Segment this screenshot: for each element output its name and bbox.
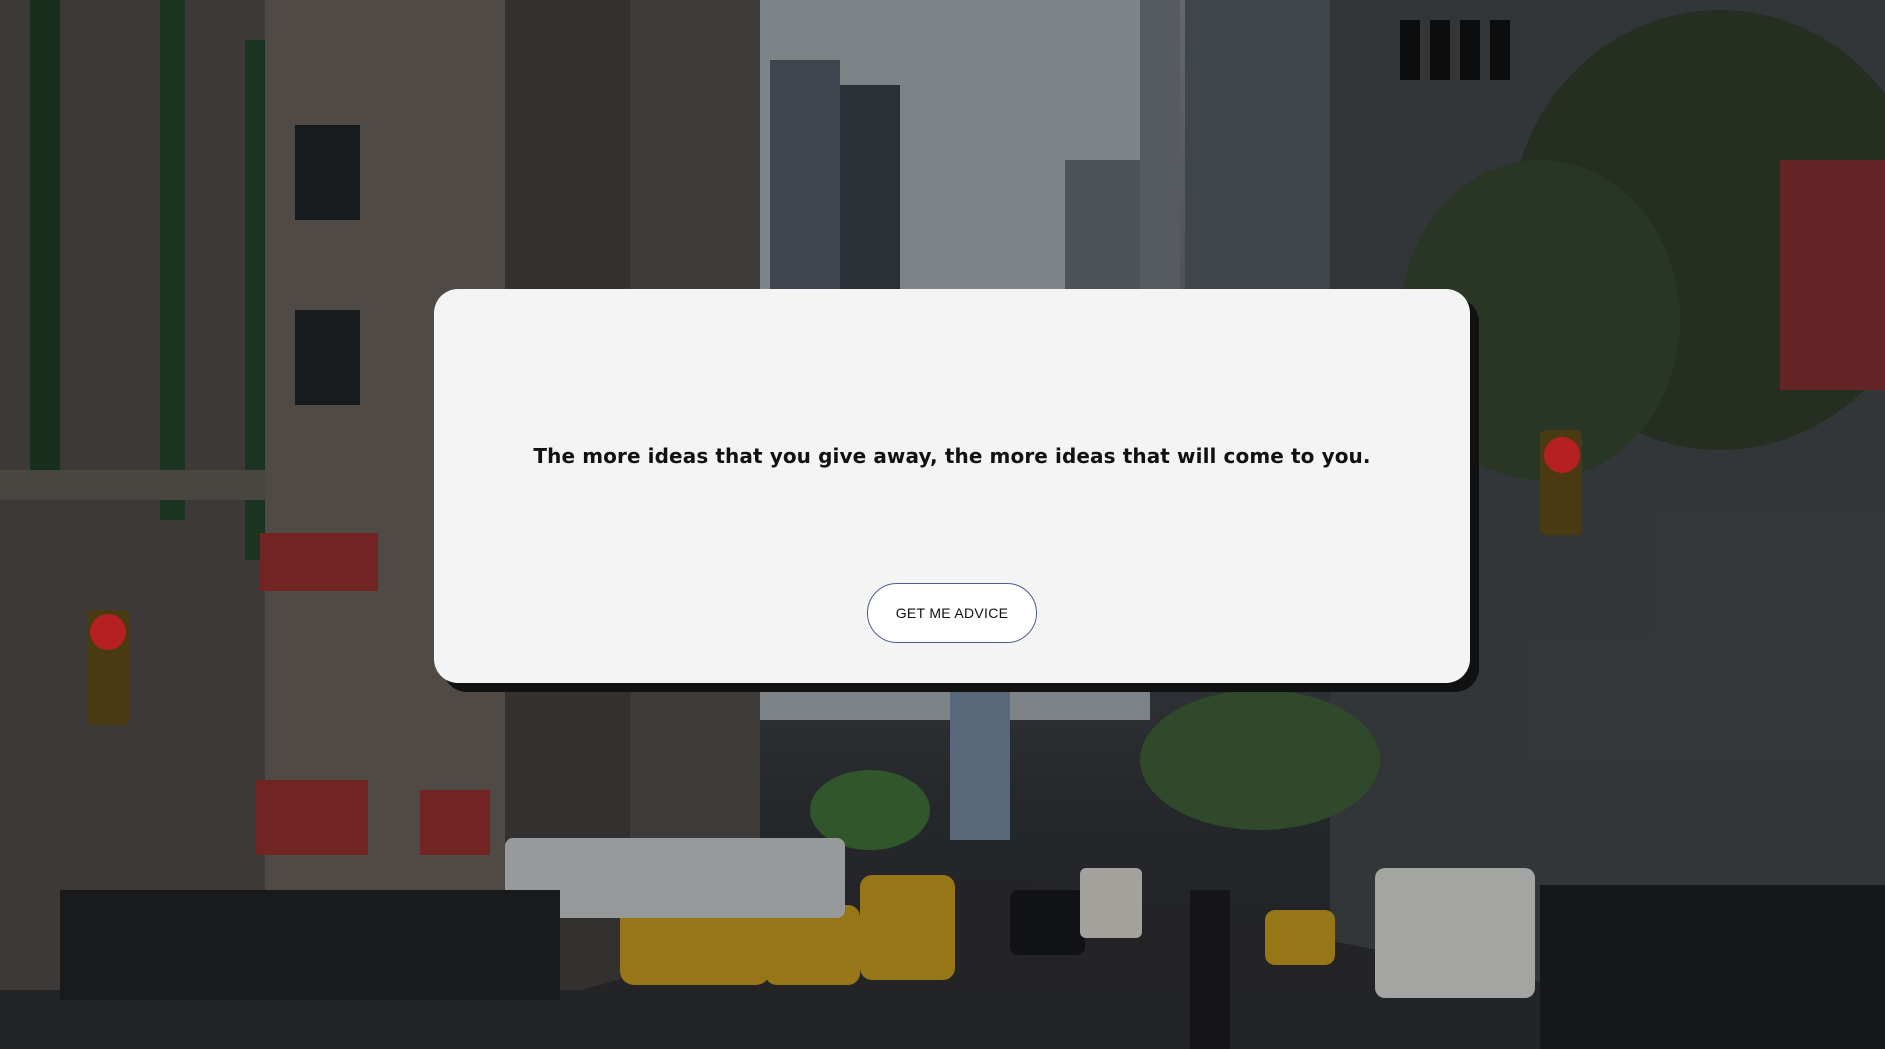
get-advice-button[interactable]: GET ME ADVICE — [867, 583, 1037, 643]
advice-card: The more ideas that you give away, the m… — [434, 289, 1470, 683]
advice-quote: The more ideas that you give away, the m… — [533, 444, 1371, 468]
